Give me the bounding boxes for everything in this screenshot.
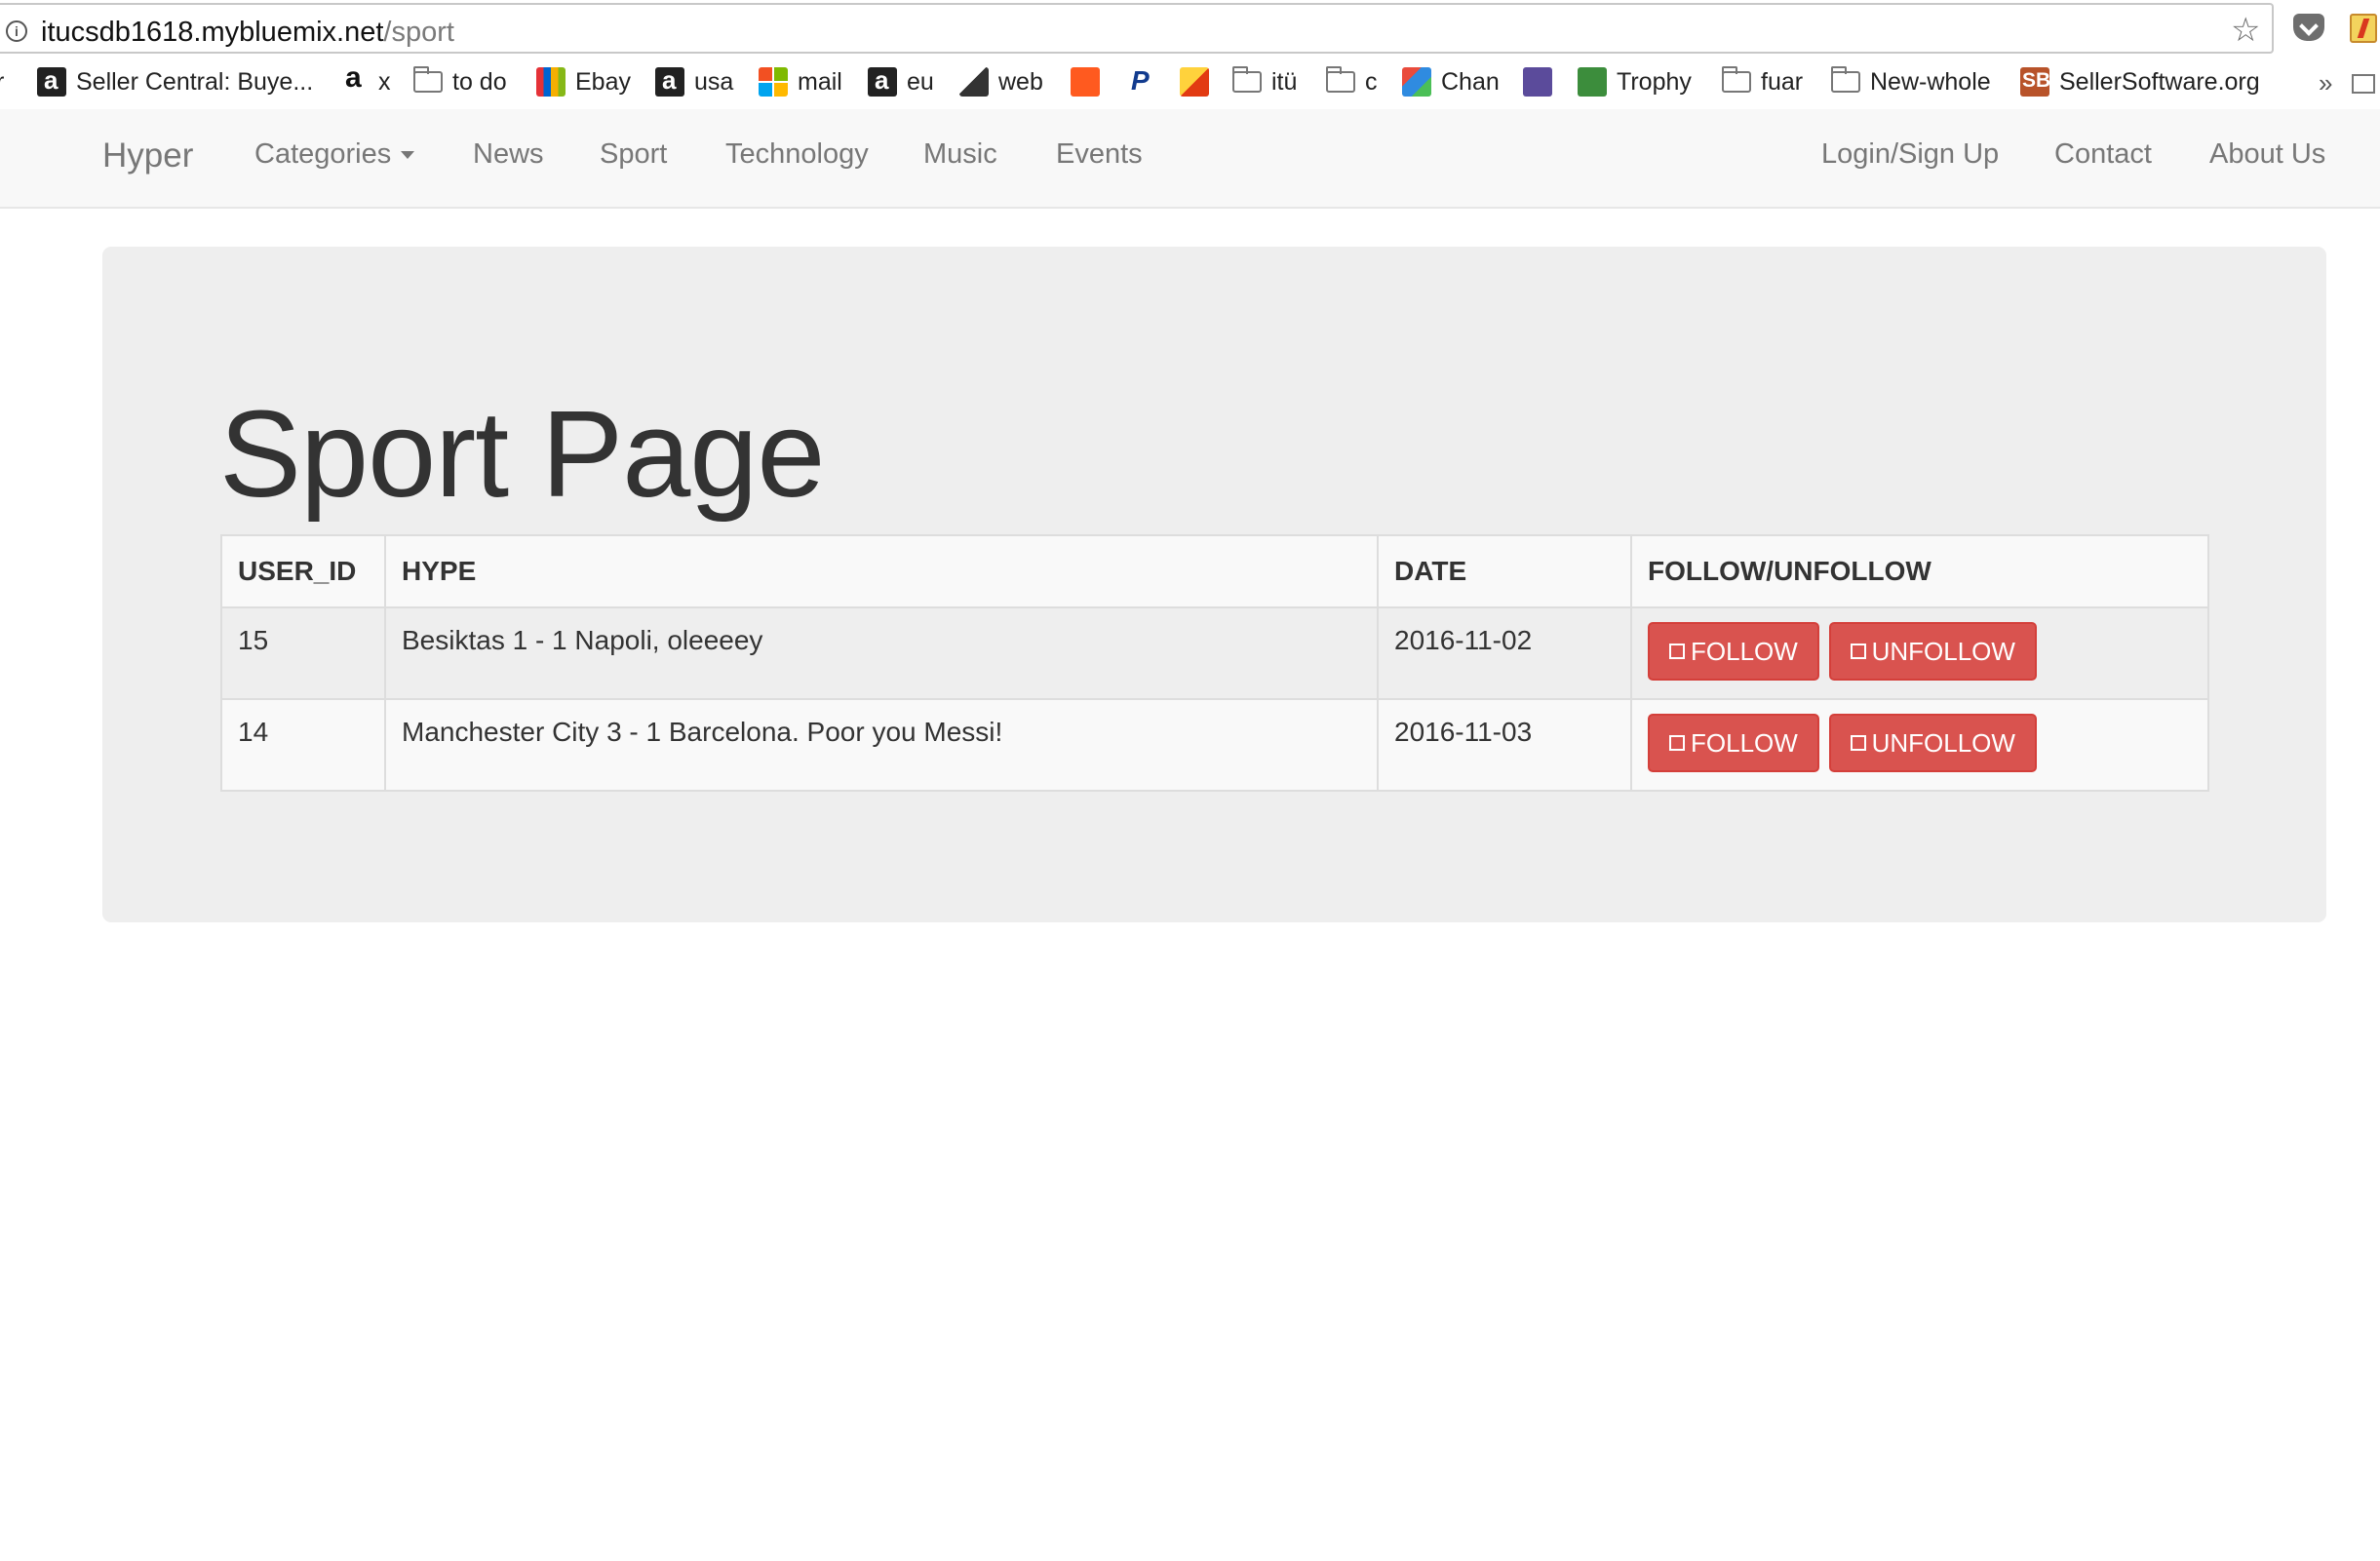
folder-icon: [1326, 66, 1355, 93]
bookmark-item[interactable]: [1523, 64, 1562, 99]
table-row: 14 Manchester City 3 - 1 Barcelona. Poor…: [220, 698, 2209, 792]
amazon-icon: [339, 61, 369, 97]
nav-sport[interactable]: Sport: [600, 138, 667, 171]
square-icon: [1850, 644, 1866, 659]
folder-icon: [1831, 66, 1860, 93]
ebay-icon: [536, 67, 566, 97]
bookmark-item[interactable]: SellerSoftware.org: [2020, 64, 2260, 99]
url-text[interactable]: itucsdb1618.mybluemix.net/sport: [41, 17, 454, 49]
folder-icon: [1722, 66, 1751, 93]
bookmark-folder[interactable]: fuar: [1722, 64, 1803, 99]
follow-button[interactable]: FOLLOW: [1648, 622, 1819, 681]
bookmark-folder[interactable]: to do: [413, 64, 507, 99]
unfollow-button[interactable]: UNFOLLOW: [1828, 714, 2037, 772]
bookmark-folder[interactable]: itü: [1232, 64, 1297, 99]
follow-label: FOLLOW: [1691, 636, 1798, 666]
brand-link[interactable]: Hyper: [102, 137, 193, 176]
table-row: 15 Besiktas 1 - 1 Napoli, oleeeey 2016-1…: [220, 606, 2209, 700]
folder-icon: [413, 66, 443, 93]
bookmark-item[interactable]: Seller Central: Buye...: [37, 64, 313, 99]
unfollow-button[interactable]: UNFOLLOW: [1828, 622, 2037, 681]
follow-label: FOLLOW: [1691, 727, 1798, 758]
nav-technology[interactable]: Technology: [725, 138, 869, 171]
bookmark-folder[interactable]: New-whole: [1831, 64, 1991, 99]
bookmark-star-icon[interactable]: ☆: [2231, 14, 2260, 47]
cell-actions: FOLLOW UNFOLLOW: [1630, 606, 2209, 700]
info-icon[interactable]: i: [6, 20, 27, 42]
orange-icon: [1071, 67, 1100, 97]
bookmark-item[interactable]: x: [339, 61, 391, 99]
cell-hype: Besiktas 1 - 1 Napoli, oleeeey: [384, 606, 1379, 700]
nav-music[interactable]: Music: [923, 138, 997, 171]
cell-date: 2016-11-02: [1377, 606, 1632, 700]
sellersoftware-icon: [2020, 67, 2050, 97]
trophy-icon: [1578, 67, 1607, 97]
table-header-row: USER_ID HYPE DATE FOLLOW/UNFOLLOW: [220, 534, 2209, 608]
chan-icon: [1402, 67, 1431, 97]
bookmarks-overflow-icon[interactable]: »: [2319, 68, 2332, 98]
unfollow-label: UNFOLLOW: [1871, 727, 2015, 758]
cell-hype: Manchester City 3 - 1 Barcelona. Poor yo…: [384, 698, 1379, 792]
bookmark-item[interactable]: Chan: [1402, 64, 1500, 99]
bookmark-item[interactable]: [1071, 64, 1110, 99]
page-title: Sport Page: [219, 385, 825, 523]
nav-news[interactable]: News: [473, 138, 544, 171]
bookmark-item[interactable]: Trophy: [1578, 64, 1692, 99]
play-icon: [1523, 67, 1552, 97]
other-bookmarks-icon[interactable]: [2352, 74, 2375, 94]
caret-down-icon: [401, 151, 415, 160]
url-path: /sport: [383, 17, 454, 48]
nav-about-us[interactable]: About Us: [2209, 138, 2325, 171]
yellow-icon: [1180, 67, 1209, 97]
header-hype: HYPE: [384, 534, 1379, 608]
nav-categories[interactable]: Categories: [254, 138, 415, 171]
bookmark-item[interactable]: web: [959, 64, 1043, 99]
nav-categories-label: Categories: [254, 138, 392, 170]
bookmark-folder[interactable]: c: [1326, 64, 1378, 99]
url-field[interactable]: i itucsdb1618.mybluemix.net/sport ☆: [0, 3, 2274, 54]
pocket-icon[interactable]: [2293, 14, 2324, 41]
microsoft-icon: [759, 67, 788, 97]
bookmark-item[interactable]: [1180, 64, 1219, 99]
bookmark-item[interactable]: eu: [868, 64, 934, 99]
cell-user-id: 15: [220, 606, 386, 700]
square-icon: [1850, 735, 1866, 751]
browser-address-bar: i itucsdb1618.mybluemix.net/sport ☆: [0, 0, 2380, 57]
nav-events[interactable]: Events: [1056, 138, 1143, 171]
url-host: itucsdb1618.mybluemix.net: [41, 17, 384, 48]
bookmark-item[interactable]: [1125, 64, 1164, 99]
amazon-icon: [37, 65, 66, 97]
jumbotron: Sport Page USER_ID HYPE DATE FOLLOW/UNFO…: [102, 247, 2326, 922]
bookmark-item[interactable]: r: [0, 64, 4, 99]
cell-user-id: 14: [220, 698, 386, 792]
square-icon: [1669, 735, 1685, 751]
amazon-icon: [868, 65, 897, 97]
extension-icon[interactable]: [2350, 14, 2377, 43]
folder-icon: [1232, 66, 1262, 93]
site-navbar: Hyper Categories News Sport Technology M…: [0, 109, 2380, 209]
web-icon: [959, 67, 989, 97]
header-follow-unfollow: FOLLOW/UNFOLLOW: [1630, 534, 2209, 608]
follow-button[interactable]: FOLLOW: [1648, 714, 1819, 772]
header-user-id: USER_ID: [220, 534, 386, 608]
nav-contact[interactable]: Contact: [2054, 138, 2152, 171]
unfollow-label: UNFOLLOW: [1871, 636, 2015, 666]
hype-table: USER_ID HYPE DATE FOLLOW/UNFOLLOW 15 Bes…: [220, 534, 2209, 792]
bookmark-item[interactable]: mail: [759, 64, 842, 99]
bookmark-item[interactable]: usa: [655, 64, 733, 99]
header-date: DATE: [1377, 534, 1632, 608]
paypal-icon: [1125, 65, 1154, 97]
cell-date: 2016-11-03: [1377, 698, 1632, 792]
bookmarks-bar: r Seller Central: Buye... x to do Ebay u…: [0, 57, 2380, 107]
bookmark-item[interactable]: Ebay: [536, 64, 631, 99]
nav-login-signup[interactable]: Login/Sign Up: [1821, 138, 1999, 171]
square-icon: [1669, 644, 1685, 659]
cell-actions: FOLLOW UNFOLLOW: [1630, 698, 2209, 792]
amazon-icon: [655, 65, 684, 97]
